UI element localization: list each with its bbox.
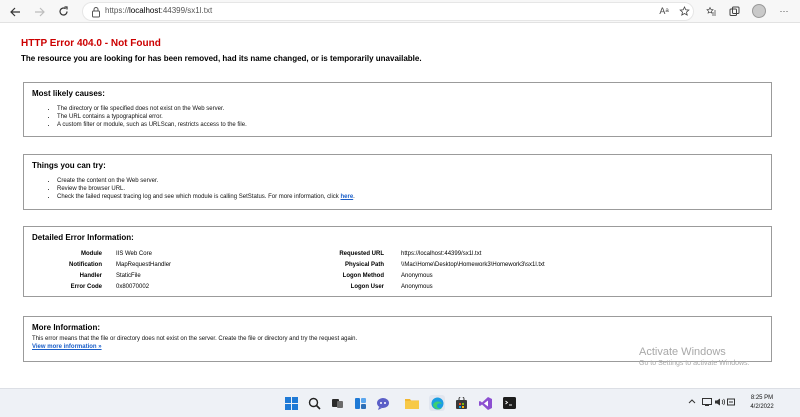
details-box: Detailed Error Information: Module IIS W… <box>23 226 772 297</box>
watermark-subtitle: Go to Settings to activate Windows. <box>639 360 750 367</box>
refresh-icon <box>58 6 68 16</box>
more-dots-icon: ··· <box>779 6 789 16</box>
try-heading: Things you can try: <box>32 161 106 170</box>
list-item: The directory or file specified does not… <box>57 105 247 113</box>
try-list: Create the content on the Web server. Re… <box>57 177 355 201</box>
chat-icon[interactable] <box>375 395 391 411</box>
read-aloud-icon: Aᵃ <box>659 6 669 16</box>
detail-value: Anonymous <box>401 273 433 279</box>
file-explorer-icon[interactable] <box>404 395 420 411</box>
widgets-icon[interactable] <box>352 395 368 411</box>
list-item: Create the content on the Web server. <box>57 177 355 185</box>
detail-value: StaticFile <box>116 273 141 279</box>
watermark-title: Activate Windows <box>639 346 726 358</box>
list-item: The URL contains a typographical error. <box>57 113 247 121</box>
detail-value: IIS Web Core <box>116 251 152 257</box>
more-info-text: This error means that the file or direct… <box>32 336 358 342</box>
favorite-button[interactable] <box>676 3 692 19</box>
visual-studio-icon[interactable] <box>477 395 493 411</box>
store-icon[interactable] <box>453 395 469 411</box>
system-clock[interactable]: 8:25 PM 4/2/2022 <box>736 394 788 412</box>
volume-icon[interactable] <box>715 398 726 408</box>
collections-icon <box>729 6 739 16</box>
forward-button[interactable] <box>29 2 49 21</box>
chevron-up-icon[interactable] <box>688 398 696 406</box>
clock-date: 4/2/2022 <box>750 404 774 410</box>
list-item: A custom filter or module, such as URLSc… <box>57 121 247 129</box>
try-box: Things you can try: Create the content o… <box>23 154 772 210</box>
detail-label: Physical Path <box>344 262 384 268</box>
error-page: HTTP Error 404.0 - Not Found The resourc… <box>0 24 800 387</box>
detail-label: Logon Method <box>342 273 384 279</box>
error-subtitle: The resource you are looking for has bee… <box>21 54 422 63</box>
detail-value: https://localhost:44399/sx1l.txt <box>401 251 482 257</box>
address-bar[interactable]: https://localhost:44399/sx1l.txt <box>82 2 694 21</box>
here-link[interactable]: here <box>340 194 353 200</box>
error-title: HTTP Error 404.0 - Not Found <box>21 38 161 49</box>
read-aloud-button[interactable]: Aᵃ <box>656 3 672 19</box>
causes-list: The directory or file specified does not… <box>57 105 247 129</box>
edge-icon[interactable] <box>429 395 445 411</box>
more-menu-button[interactable]: ··· <box>776 3 792 19</box>
detail-label: Notification <box>69 262 102 268</box>
favorites-button[interactable] <box>703 3 719 19</box>
star-icon <box>678 5 690 16</box>
keyboard-layout-icon[interactable] <box>727 398 735 408</box>
terminal-icon[interactable] <box>501 395 517 411</box>
detail-value: \\Mac\Home\Desktop\Homework3\Homework3\s… <box>401 262 545 268</box>
url-text: https://localhost:44399/sx1l.txt <box>105 6 213 15</box>
collections-button[interactable] <box>726 3 742 19</box>
more-info-heading: More Information: <box>32 323 100 332</box>
windows-start-icon[interactable] <box>283 395 299 411</box>
detail-label: Logon User <box>350 284 384 290</box>
taskbar: 8:25 PM 4/2/2022 <box>0 388 800 417</box>
back-arrow-icon <box>9 7 20 16</box>
network-icon[interactable] <box>702 398 712 408</box>
list-item: Check the failed request tracing log and… <box>57 193 355 201</box>
details-heading: Detailed Error Information: <box>32 233 134 242</box>
detail-label: Handler <box>79 273 102 279</box>
profile-avatar[interactable] <box>752 4 766 18</box>
detail-label: Error Code <box>70 284 102 290</box>
clock-time: 8:25 PM <box>750 395 774 401</box>
refresh-button[interactable] <box>53 2 73 21</box>
causes-box: Most likely causes: The directory or fil… <box>23 82 772 137</box>
detail-value: MapRequestHandler <box>116 262 172 268</box>
search-icon[interactable] <box>306 395 322 411</box>
list-item: Review the browser URL. <box>57 185 355 193</box>
favorites-list-icon <box>705 6 716 15</box>
activation-watermark: Activate Windows Go to Settings to activ… <box>639 346 750 367</box>
detail-value: 0x80070002 <box>116 284 150 290</box>
causes-heading: Most likely causes: <box>32 89 105 98</box>
forward-arrow-icon <box>34 7 45 16</box>
detail-label: Module <box>81 251 102 257</box>
detail-label: Requested URL <box>339 251 384 257</box>
browser-toolbar: https://localhost:44399/sx1l.txt Aᵃ ··· <box>0 0 800 23</box>
task-view-icon[interactable] <box>329 395 345 411</box>
detail-value: Anonymous <box>401 284 433 290</box>
back-button[interactable] <box>5 2 25 21</box>
view-more-link[interactable]: View more information » <box>32 344 102 350</box>
lock-icon <box>92 7 100 18</box>
